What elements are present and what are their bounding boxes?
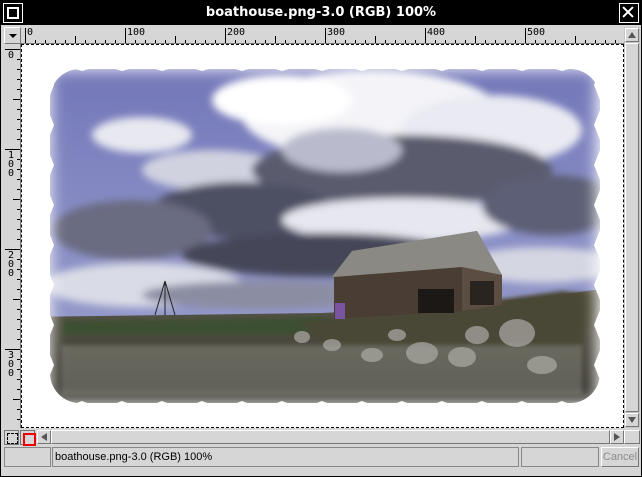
- window-title: boathouse.png-3.0 (RGB) 100%: [205, 5, 437, 20]
- status-pointer-coords: [4, 447, 51, 467]
- ruler-label: 0: [27, 27, 34, 38]
- status-message: boathouse.png-3.0 (RGB) 100%: [52, 447, 519, 467]
- vertical-scroll-thumb[interactable]: [625, 43, 639, 412]
- horizontal-scrollbar[interactable]: [37, 430, 624, 444]
- horizontal-ruler[interactable]: 0 100 200 300 400 500: [21, 27, 624, 44]
- ruler-tick: [13, 199, 20, 200]
- image-window: boathouse.png-3.0 (RGB) 100% 0 100 200 300 4…: [0, 0, 642, 477]
- quickmask-on-button[interactable]: [20, 430, 36, 446]
- ruler-tick: [125, 28, 126, 43]
- ruler-tick: [175, 36, 176, 43]
- ruler-tick: [225, 28, 226, 43]
- scroll-up-button[interactable]: [625, 28, 639, 42]
- ruler-tick: [13, 99, 20, 100]
- ruler-tick: [25, 28, 26, 43]
- ruler-tick: [475, 36, 476, 43]
- horizontal-scroll-thumb[interactable]: [51, 430, 610, 444]
- boathouse-image: [22, 45, 623, 427]
- navigate-button[interactable]: [624, 430, 640, 444]
- ruler-label: 200: [8, 250, 15, 279]
- scroll-down-button[interactable]: [625, 413, 639, 427]
- progress-bar: [521, 447, 599, 467]
- quickmask-off-button[interactable]: [4, 430, 19, 445]
- ruler-tick: [375, 36, 376, 43]
- ruler-label: 100: [8, 150, 15, 179]
- ruler-tick: [13, 399, 20, 400]
- ruler-label: 100: [127, 27, 146, 38]
- ruler-tick: [275, 36, 276, 43]
- ruler-label: 400: [427, 27, 446, 38]
- title-bar[interactable]: boathouse.png-3.0 (RGB) 100%: [1, 1, 641, 25]
- ruler-tick: [575, 36, 576, 43]
- ruler-tick: [75, 36, 76, 43]
- vertical-scrollbar[interactable]: [624, 27, 640, 428]
- ruler-label: 300: [8, 350, 15, 379]
- photo-content: [50, 69, 600, 403]
- vertical-ruler[interactable]: 0 100 200 300: [4, 44, 21, 428]
- scroll-left-button[interactable]: [37, 430, 51, 444]
- ruler-label: 500: [527, 27, 546, 38]
- ruler-tick: [325, 28, 326, 43]
- ruler-tick: [525, 28, 526, 43]
- ruler-label: 300: [327, 27, 346, 38]
- cancel-button[interactable]: Cancel: [601, 447, 639, 467]
- ruler-tick: [425, 28, 426, 43]
- scroll-right-button[interactable]: [610, 430, 624, 444]
- image-canvas[interactable]: [21, 44, 624, 428]
- close-icon: [623, 7, 635, 19]
- ruler-tick: [13, 299, 20, 300]
- ruler-menu-button[interactable]: [4, 27, 21, 44]
- close-button[interactable]: [619, 3, 639, 23]
- ruler-label: 200: [227, 27, 246, 38]
- ruler-label: 0: [8, 50, 15, 61]
